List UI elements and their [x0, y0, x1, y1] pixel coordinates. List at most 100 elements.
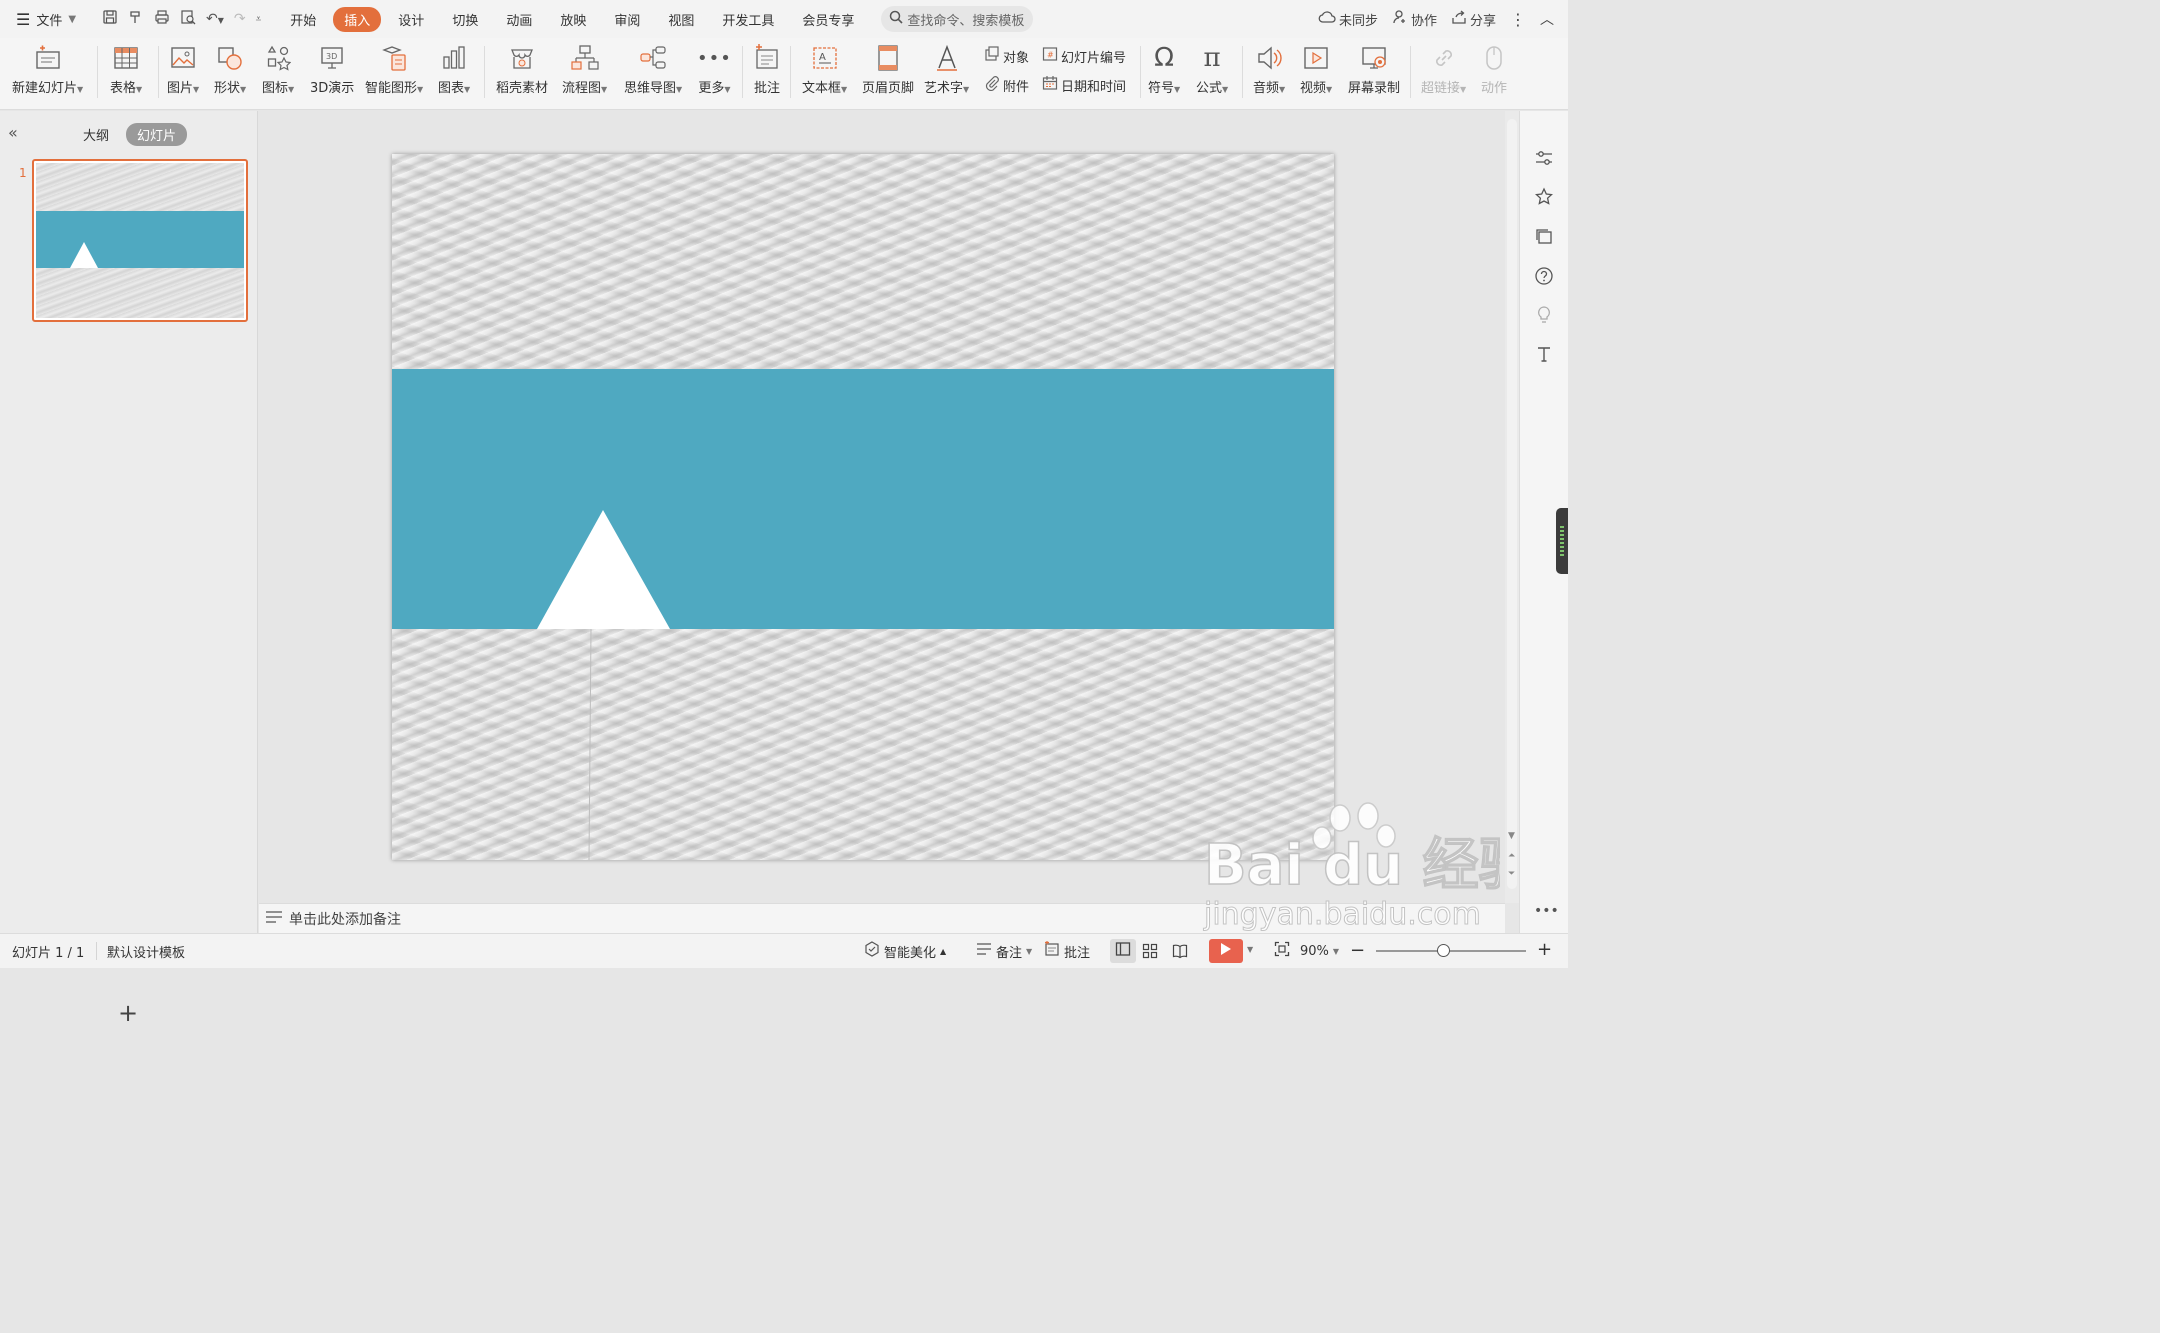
slide-number-button[interactable]: # 幻灯片编号: [1042, 46, 1126, 66]
comment-button[interactable]: 批注: [753, 42, 781, 100]
more-options-icon[interactable]: ⋮: [1510, 10, 1526, 29]
play-options-chevron-icon[interactable]: ▼: [1247, 945, 1253, 954]
video-button[interactable]: 视频▼: [1300, 42, 1332, 100]
svg-text:#: #: [1047, 51, 1054, 60]
file-menu[interactable]: ☰ 文件 ▼: [0, 10, 96, 29]
settings-sliders-icon[interactable]: [1534, 149, 1554, 171]
attachment-button[interactable]: 附件: [984, 75, 1029, 95]
shape-label: 形状: [214, 81, 241, 96]
sync-status-button[interactable]: 未同步: [1318, 10, 1378, 29]
table-icon: [113, 42, 139, 74]
tab-review[interactable]: 审阅: [603, 7, 651, 32]
star-shape-icon[interactable]: [1534, 187, 1554, 211]
icon-library-label: 图标: [262, 81, 289, 96]
wordart-button[interactable]: 艺术字▼: [924, 42, 969, 100]
audio-button[interactable]: 音频▼: [1253, 42, 1285, 100]
print-icon[interactable]: [154, 9, 170, 29]
zoom-level: 90%: [1300, 943, 1329, 959]
3d-demo-button[interactable]: 3D 3D演示: [310, 42, 354, 100]
command-search[interactable]: 查找命令、搜索模板: [881, 6, 1034, 32]
tab-home[interactable]: 开始: [279, 7, 327, 32]
design-template-label[interactable]: 默认设计模板: [107, 942, 185, 961]
flowchart-button[interactable]: 流程图▼: [562, 42, 607, 100]
smartart-label: 智能图形: [365, 81, 418, 96]
tab-view[interactable]: 视图: [657, 7, 705, 32]
vertical-scrollbar[interactable]: ▼ ⏶ ⏷: [1505, 111, 1519, 903]
collapse-panel-icon[interactable]: «: [8, 123, 18, 142]
chart-button[interactable]: 图表▼: [438, 42, 470, 100]
next-slide-icon[interactable]: ⏷: [1508, 869, 1515, 879]
add-slide-icon[interactable]: +: [118, 1001, 138, 1025]
print-preview-icon[interactable]: [180, 9, 196, 29]
tab-transitions[interactable]: 切换: [441, 7, 489, 32]
header-footer-button[interactable]: 页眉页脚: [862, 42, 914, 100]
help-icon[interactable]: [1534, 266, 1554, 290]
tab-animations[interactable]: 动画: [495, 7, 543, 32]
picture-button[interactable]: 图片▼: [167, 42, 199, 100]
object-icon: [984, 46, 1000, 66]
scroll-down-icon[interactable]: ▼: [1508, 831, 1515, 841]
side-widget-handle[interactable]: [1556, 508, 1568, 574]
smart-beautify-button[interactable]: 智能美化 ▲: [864, 941, 946, 961]
reading-view-button[interactable]: [1172, 943, 1188, 963]
object-button[interactable]: 对象: [984, 46, 1029, 66]
action-button[interactable]: 动作: [1481, 42, 1507, 100]
more-options-icon[interactable]: •••: [1534, 903, 1559, 919]
tab-outline[interactable]: 大纲: [72, 123, 120, 146]
datetime-button[interactable]: 日期和时间: [1042, 75, 1126, 95]
textbox-button[interactable]: A 文本框▼: [802, 42, 847, 100]
menu-icon: ☰: [16, 9, 31, 29]
slide-sorter-view-button[interactable]: [1142, 943, 1158, 963]
screen-record-button[interactable]: 屏幕录制: [1348, 42, 1400, 100]
slide-thumbnail[interactable]: [32, 159, 248, 322]
prev-slide-icon[interactable]: ⏶: [1508, 851, 1515, 861]
text-format-icon[interactable]: [1534, 344, 1554, 368]
smartart-icon: [380, 42, 408, 74]
fit-window-button[interactable]: [1274, 941, 1290, 961]
comment-toggle-button[interactable]: 批注: [1044, 940, 1090, 961]
grid-view-icon: [1142, 943, 1158, 963]
mindmap-button[interactable]: 思维导图▼: [624, 42, 682, 100]
zoom-out-icon[interactable]: −: [1350, 940, 1365, 961]
ribbon-divider: [1140, 46, 1141, 98]
save-icon[interactable]: [102, 9, 118, 29]
tab-slideshow[interactable]: 放映: [549, 7, 597, 32]
undo-icon[interactable]: ↶▼: [206, 11, 224, 27]
zoom-level-dropdown[interactable]: 90% ▼: [1300, 944, 1339, 959]
normal-view-button[interactable]: [1110, 939, 1136, 963]
zoom-slider-track[interactable]: [1376, 944, 1526, 957]
redo-icon[interactable]: ↷: [234, 11, 246, 27]
collapse-ribbon-icon[interactable]: ︿: [1540, 9, 1554, 29]
tab-member[interactable]: 会员专享: [791, 7, 865, 32]
share-label: 分享: [1469, 13, 1496, 29]
notes-bar[interactable]: 单击此处添加备注: [259, 903, 1505, 933]
customize-toolbar-icon[interactable]: ⩡: [256, 14, 262, 25]
hyperlink-button[interactable]: 超链接▼: [1421, 42, 1466, 100]
tab-design[interactable]: 设计: [387, 7, 435, 32]
wordart-label: 艺术字: [924, 81, 964, 96]
play-icon: [1220, 942, 1232, 960]
zoom-slider-thumb[interactable]: [1436, 944, 1450, 957]
material-button[interactable]: 稻壳素材: [496, 42, 548, 100]
formula-button[interactable]: π 公式▼: [1196, 42, 1228, 100]
slide-canvas[interactable]: [392, 154, 1334, 860]
notes-toggle-button[interactable]: 备注 ▼: [976, 942, 1032, 961]
symbol-button[interactable]: Ω 符号▼: [1148, 42, 1180, 100]
smartart-button[interactable]: 智能图形▼: [365, 42, 423, 100]
tab-developer[interactable]: 开发工具: [711, 7, 785, 32]
collaborate-button[interactable]: 协作: [1392, 9, 1437, 29]
format-painter-icon[interactable]: [128, 9, 144, 29]
slide-switch-icon[interactable]: [1534, 227, 1554, 251]
slide-triangle[interactable]: [537, 510, 670, 629]
shape-button[interactable]: 形状▼: [214, 42, 246, 100]
tab-slides[interactable]: 幻灯片: [126, 123, 188, 146]
tab-insert[interactable]: 插入: [333, 6, 382, 32]
table-button[interactable]: 表格▼: [110, 42, 142, 100]
new-slide-button[interactable]: 新建幻灯片▼: [12, 42, 83, 100]
more-button[interactable]: ••• 更多▼: [697, 42, 732, 100]
lightbulb-icon[interactable]: [1534, 305, 1554, 329]
play-slideshow-button[interactable]: [1209, 939, 1243, 963]
zoom-in-icon[interactable]: +: [1537, 939, 1552, 960]
icon-library-button[interactable]: 图标▼: [262, 42, 294, 100]
share-button[interactable]: 分享: [1451, 9, 1496, 29]
